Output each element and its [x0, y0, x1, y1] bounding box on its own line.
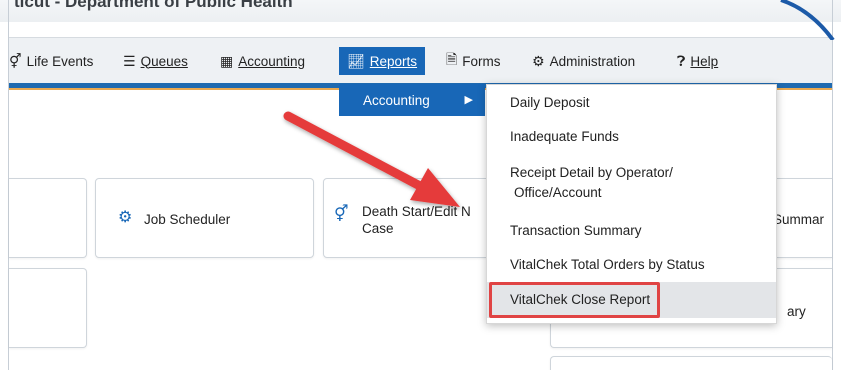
annotation-arrow	[283, 111, 460, 207]
corner-swoosh	[780, 0, 835, 40]
